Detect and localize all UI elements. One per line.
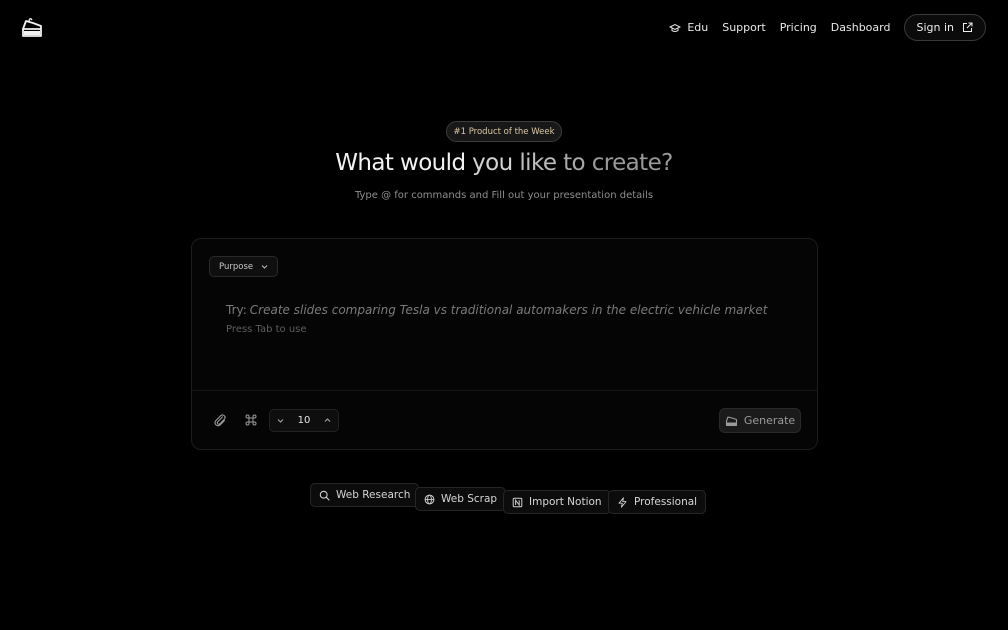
page: Edu Support Pricing Dashboard Sign in #1… xyxy=(0,0,1008,630)
globe-icon xyxy=(424,494,435,504)
nav-dashboard[interactable]: Dashboard xyxy=(831,21,891,34)
title-word: you xyxy=(472,150,513,176)
external-link-icon xyxy=(963,22,973,32)
purpose-label: Purpose xyxy=(219,261,254,272)
command-icon[interactable] xyxy=(244,413,258,427)
chip-professional[interactable]: Professional xyxy=(608,490,707,514)
search-icon xyxy=(319,490,330,501)
cake-icon xyxy=(725,415,737,426)
generate-label: Generate xyxy=(743,414,796,427)
chip-label: Web Scrap xyxy=(441,493,498,505)
prompt-input[interactable]: Try: Create slides comparing Tesla vs tra… xyxy=(226,303,768,317)
chip-web-research[interactable]: Web Research xyxy=(310,483,420,507)
title-word: to xyxy=(563,150,585,176)
decrement-chevron-icon[interactable] xyxy=(277,417,284,424)
nav-support[interactable]: Support xyxy=(722,21,765,34)
sign-in-label: Sign in xyxy=(916,21,954,34)
graduation-cap-icon xyxy=(669,23,682,32)
generate-button[interactable]: Generate xyxy=(719,408,801,433)
page-subtitle: Type @ for commands and Fill out your pr… xyxy=(354,190,654,201)
notion-icon xyxy=(512,497,523,507)
chip-label: Professional xyxy=(634,496,698,508)
sign-in-button[interactable]: Sign in xyxy=(904,14,986,41)
logo-icon[interactable] xyxy=(20,17,44,39)
tab-hint: Press Tab to use xyxy=(226,324,307,335)
nav-edu-label: Edu xyxy=(687,21,709,34)
purpose-dropdown[interactable]: Purpose xyxy=(209,256,279,277)
nav-pricing[interactable]: Pricing xyxy=(780,21,817,34)
page-title: What would you like to create? xyxy=(0,150,1008,176)
bolt-icon xyxy=(618,496,627,508)
slide-count-value: 10 xyxy=(297,415,311,426)
chip-label: Import Notion xyxy=(529,496,602,508)
chevron-down-icon xyxy=(261,265,268,269)
divider xyxy=(192,390,817,391)
product-badge: #1 Product of the Week xyxy=(446,121,562,142)
title-word: like xyxy=(519,150,557,176)
chip-import-notion[interactable]: Import Notion xyxy=(503,490,611,514)
prompt-composer: Purpose Try: Create slides comparing Tesl… xyxy=(191,238,818,450)
nav-dashboard-label: Dashboard xyxy=(830,21,891,34)
slide-count-stepper[interactable]: 10 xyxy=(269,409,339,432)
top-nav: Edu Support Pricing Dashboard Sign in xyxy=(669,14,986,41)
paperclip-icon[interactable] xyxy=(213,413,227,427)
prompt-placeholder: Create slides comparing Tesla vs traditi… xyxy=(249,303,768,317)
increment-chevron-icon[interactable] xyxy=(324,417,331,424)
chip-web-scrap[interactable]: Web Scrap xyxy=(415,487,507,511)
nav-edu[interactable]: Edu xyxy=(669,21,708,34)
nav-support-label: Support xyxy=(722,21,766,34)
prompt-prefix: Try: xyxy=(226,303,247,317)
title-word: create? xyxy=(591,150,674,176)
title-word: What xyxy=(335,150,394,176)
title-word: would xyxy=(400,150,466,176)
chip-label: Web Research xyxy=(336,489,411,501)
nav-pricing-label: Pricing xyxy=(779,21,817,34)
